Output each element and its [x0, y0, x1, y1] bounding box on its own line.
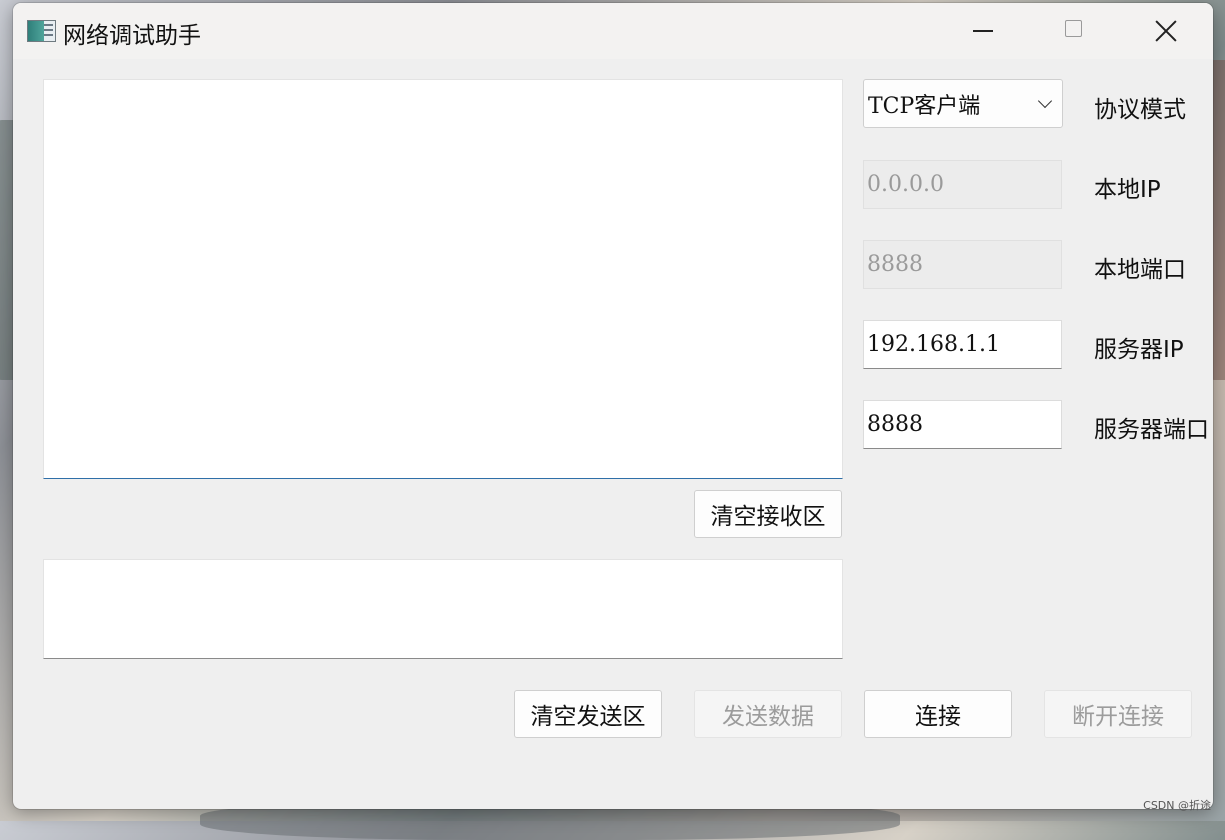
minimize-button[interactable] — [936, 3, 1028, 59]
protocol-label: 协议模式 — [1094, 97, 1186, 123]
server-ip-label: 服务器IP — [1094, 337, 1184, 363]
watermark: CSDN @折途 — [1143, 799, 1211, 812]
local-ip-field[interactable]: 0.0.0.0 — [863, 160, 1062, 209]
chevron-down-icon — [1037, 93, 1053, 109]
clear-send-button[interactable]: 清空发送区 — [514, 690, 662, 738]
disconnect-button[interactable]: 断开连接 — [1044, 690, 1192, 738]
receive-area[interactable] — [43, 79, 843, 479]
window-title: 网络调试助手 — [63, 23, 201, 49]
close-button[interactable] — [1120, 3, 1212, 59]
server-port-label: 服务器端口 — [1094, 417, 1209, 443]
maximize-icon — [1065, 20, 1082, 37]
app-window: 网络调试助手 清空接收区 清空发送区 发送数据 连接 断开连接 TCP客户端 协… — [13, 3, 1213, 809]
protocol-select-value: TCP客户端 — [868, 93, 981, 119]
server-ip-field[interactable]: 192.168.1.1 — [863, 320, 1062, 369]
app-icon — [27, 20, 56, 42]
close-icon — [1154, 19, 1178, 43]
send-data-button[interactable]: 发送数据 — [694, 690, 842, 738]
local-ip-label: 本地IP — [1094, 177, 1161, 203]
local-port-field[interactable]: 8888 — [863, 240, 1062, 289]
send-area[interactable] — [43, 559, 843, 659]
connect-button[interactable]: 连接 — [864, 690, 1012, 738]
title-bar[interactable]: 网络调试助手 — [13, 3, 1213, 59]
local-port-label: 本地端口 — [1094, 257, 1186, 283]
protocol-select[interactable]: TCP客户端 — [863, 79, 1063, 128]
clear-receive-button[interactable]: 清空接收区 — [694, 490, 842, 538]
server-port-field[interactable]: 8888 — [863, 400, 1062, 449]
minimize-icon — [973, 30, 993, 32]
maximize-button[interactable] — [1028, 3, 1120, 59]
